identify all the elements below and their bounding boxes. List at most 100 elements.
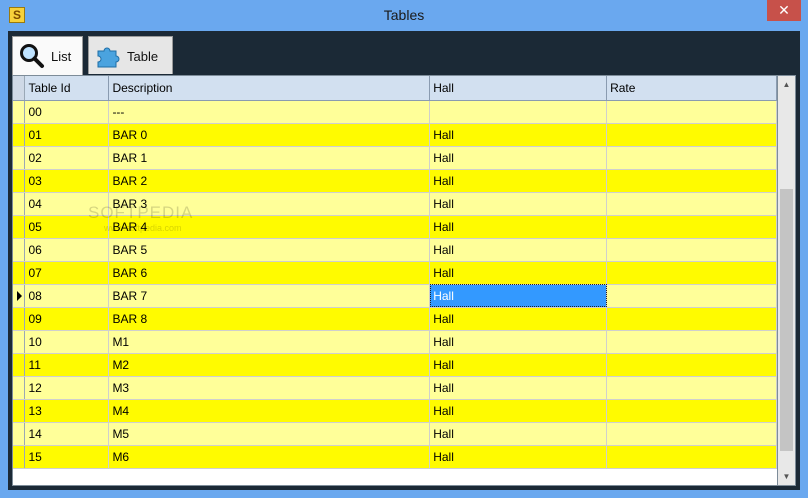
close-button[interactable]: ✕ <box>767 0 801 21</box>
cell-table-id[interactable]: 13 <box>24 399 110 423</box>
table-row[interactable]: 08 BAR 7 Hall <box>13 284 777 308</box>
table-row[interactable]: 01 BAR 0 Hall <box>13 123 777 147</box>
row-indicator[interactable] <box>13 353 26 377</box>
row-indicator[interactable] <box>13 100 26 124</box>
table-row[interactable]: 04 BAR 3 Hall <box>13 192 777 216</box>
row-indicator[interactable] <box>13 399 26 423</box>
cell-hall[interactable]: Hall <box>429 261 608 285</box>
table-row[interactable]: 06 BAR 5 Hall <box>13 238 777 262</box>
cell-description[interactable]: BAR 7 <box>108 284 431 308</box>
column-header-rate[interactable]: Rate <box>606 76 777 101</box>
column-header-description[interactable]: Description <box>108 76 431 101</box>
cell-table-id[interactable]: 04 <box>24 192 110 216</box>
table-row[interactable]: 09 BAR 8 Hall <box>13 307 777 331</box>
cell-hall[interactable]: Hall <box>429 399 608 423</box>
table-row[interactable]: 03 BAR 2 Hall <box>13 169 777 193</box>
table-row[interactable]: 12 M3 Hall <box>13 376 777 400</box>
cell-description[interactable]: M2 <box>108 353 431 377</box>
cell-rate[interactable] <box>606 192 777 216</box>
cell-table-id[interactable]: 11 <box>24 353 110 377</box>
cell-rate[interactable] <box>606 169 777 193</box>
row-indicator[interactable] <box>13 422 26 446</box>
cell-table-id[interactable]: 01 <box>24 123 110 147</box>
cell-table-id[interactable]: 14 <box>24 422 110 446</box>
row-indicator[interactable] <box>13 376 26 400</box>
cell-description[interactable]: BAR 4 <box>108 215 431 239</box>
table-row[interactable]: 07 BAR 6 Hall <box>13 261 777 285</box>
cell-table-id[interactable]: 03 <box>24 169 110 193</box>
cell-table-id[interactable]: 06 <box>24 238 110 262</box>
cell-table-id[interactable]: 09 <box>24 307 110 331</box>
column-header-hall[interactable]: Hall <box>429 76 608 101</box>
table-row[interactable]: 05 BAR 4 Hall <box>13 215 777 239</box>
cell-rate[interactable] <box>606 422 777 446</box>
table-row[interactable]: 15 M6 Hall <box>13 445 777 469</box>
cell-table-id[interactable]: 08 <box>24 284 110 308</box>
table-row[interactable]: 02 BAR 1 Hall <box>13 146 777 170</box>
cell-hall[interactable]: Hall <box>429 307 608 331</box>
cell-rate[interactable] <box>606 330 777 354</box>
row-indicator[interactable] <box>13 284 26 308</box>
cell-rate[interactable] <box>606 284 777 308</box>
cell-rate[interactable] <box>606 376 777 400</box>
vertical-scrollbar[interactable]: ▲ ▼ <box>778 75 796 486</box>
cell-description[interactable]: BAR 6 <box>108 261 431 285</box>
cell-table-id[interactable]: 15 <box>24 445 110 469</box>
cell-hall[interactable]: Hall <box>429 123 608 147</box>
cell-description[interactable]: BAR 3 <box>108 192 431 216</box>
cell-description[interactable]: --- <box>108 100 431 124</box>
row-indicator[interactable] <box>13 238 26 262</box>
cell-hall[interactable]: Hall <box>429 169 608 193</box>
cell-description[interactable]: BAR 1 <box>108 146 431 170</box>
cell-hall[interactable]: Hall <box>429 445 608 469</box>
row-indicator[interactable] <box>13 330 26 354</box>
row-indicator[interactable] <box>13 307 26 331</box>
cell-table-id[interactable]: 05 <box>24 215 110 239</box>
table-row[interactable]: 11 M2 Hall <box>13 353 777 377</box>
cell-description[interactable]: BAR 2 <box>108 169 431 193</box>
tab-table[interactable]: Table <box>88 36 173 74</box>
tab-list[interactable]: List <box>12 36 83 76</box>
cell-hall[interactable]: Hall <box>429 192 608 216</box>
cell-hall[interactable]: Hall <box>429 146 608 170</box>
cell-table-id[interactable]: 00 <box>24 100 110 124</box>
table-row[interactable]: 13 M4 Hall <box>13 399 777 423</box>
cell-rate[interactable] <box>606 215 777 239</box>
cell-table-id[interactable]: 10 <box>24 330 110 354</box>
row-indicator[interactable] <box>13 123 26 147</box>
cell-rate[interactable] <box>606 307 777 331</box>
cell-rate[interactable] <box>606 146 777 170</box>
cell-table-id[interactable]: 07 <box>24 261 110 285</box>
cell-hall[interactable]: Hall <box>429 215 608 239</box>
cell-table-id[interactable]: 02 <box>24 146 110 170</box>
table-row[interactable]: 14 M5 Hall <box>13 422 777 446</box>
cell-rate[interactable] <box>606 399 777 423</box>
table-row[interactable]: 10 M1 Hall <box>13 330 777 354</box>
cell-rate[interactable] <box>606 353 777 377</box>
cell-table-id[interactable]: 12 <box>24 376 110 400</box>
cell-description[interactable]: M4 <box>108 399 431 423</box>
table-row[interactable]: 00 --- <box>13 100 777 124</box>
cell-rate[interactable] <box>606 123 777 147</box>
cell-hall[interactable]: Hall <box>429 376 608 400</box>
cell-description[interactable]: M1 <box>108 330 431 354</box>
scroll-up-icon[interactable]: ▲ <box>778 76 795 93</box>
cell-hall[interactable]: Hall <box>429 353 608 377</box>
row-indicator[interactable] <box>13 146 26 170</box>
row-indicator[interactable] <box>13 445 26 469</box>
cell-hall[interactable]: Hall <box>429 422 608 446</box>
cell-description[interactable]: M5 <box>108 422 431 446</box>
row-indicator[interactable] <box>13 192 26 216</box>
cell-description[interactable]: BAR 5 <box>108 238 431 262</box>
cell-rate[interactable] <box>606 238 777 262</box>
cell-rate[interactable] <box>606 445 777 469</box>
cell-rate[interactable] <box>606 100 777 124</box>
column-header-table-id[interactable]: Table Id <box>24 76 110 101</box>
scroll-down-icon[interactable]: ▼ <box>778 468 795 485</box>
cell-hall[interactable]: Hall <box>429 238 608 262</box>
row-indicator[interactable] <box>13 169 26 193</box>
cell-description[interactable]: M6 <box>108 445 431 469</box>
cell-description[interactable]: BAR 0 <box>108 123 431 147</box>
cell-rate[interactable] <box>606 261 777 285</box>
cell-hall[interactable] <box>429 100 608 124</box>
